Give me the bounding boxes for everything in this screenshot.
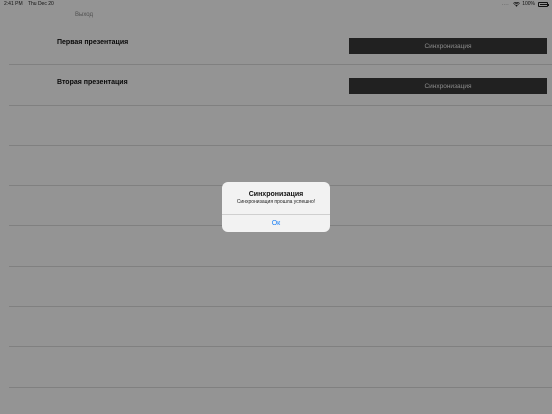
alert-message: Синхронизация прошла успешно! (236, 199, 316, 205)
ok-button[interactable]: Ок (222, 215, 330, 232)
alert-dialog: Синхронизация Синхронизация прошла успеш… (222, 182, 330, 232)
alert-title: Синхронизация (248, 191, 304, 198)
